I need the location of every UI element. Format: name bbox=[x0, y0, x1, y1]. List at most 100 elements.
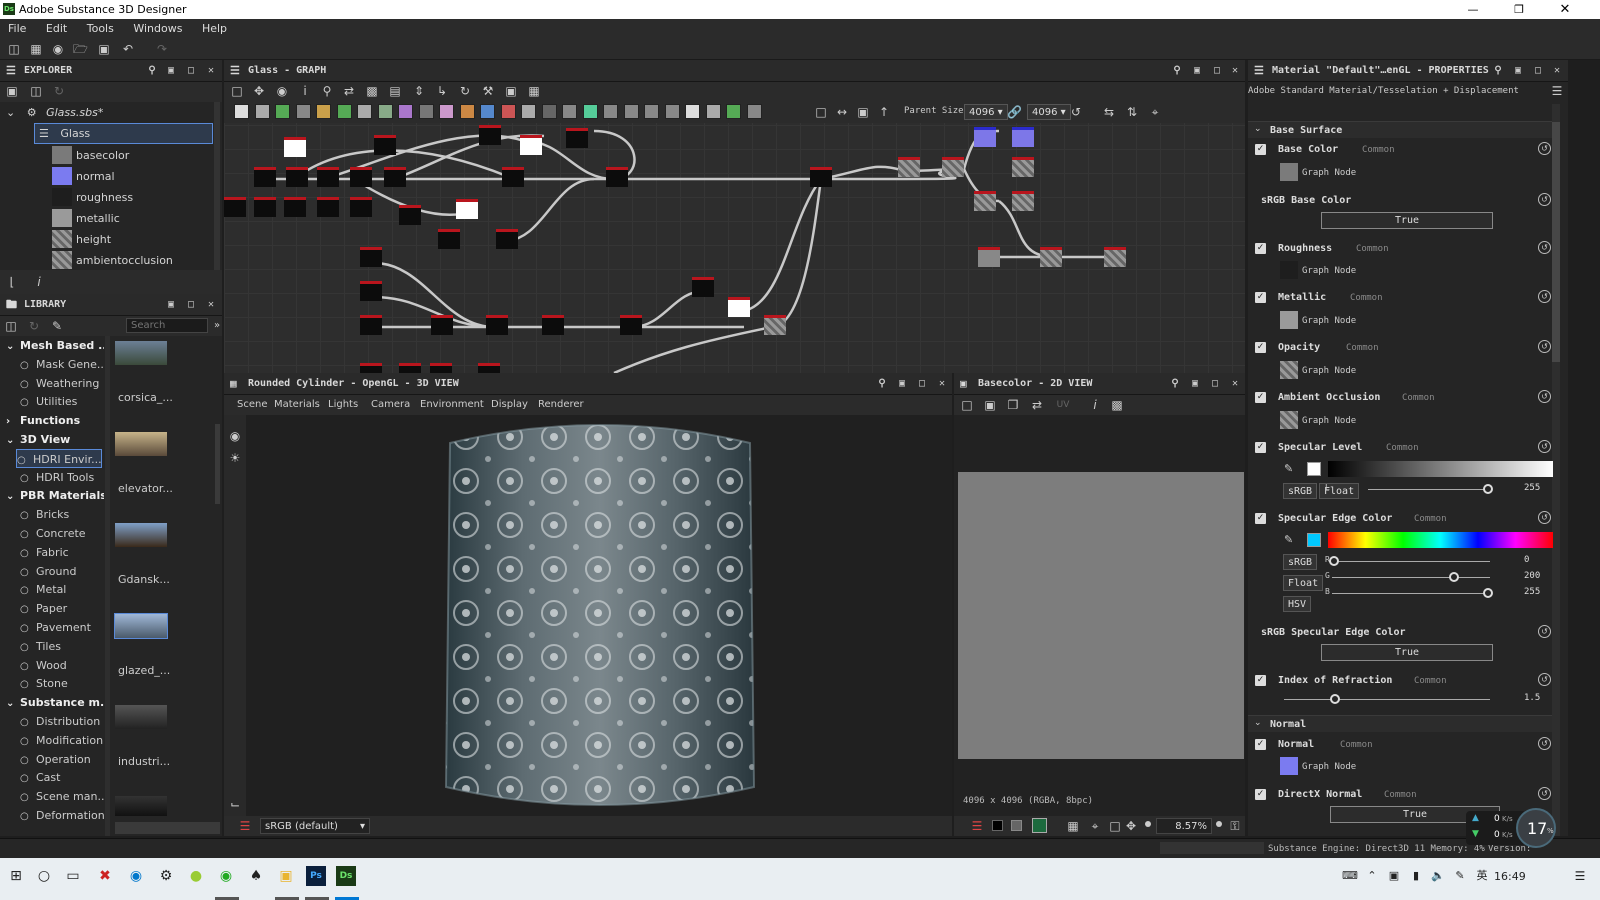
output-row[interactable]: normal bbox=[50, 166, 210, 187]
info-icon[interactable]: i bbox=[298, 84, 312, 98]
library-category[interactable]: ○ Tiles bbox=[20, 637, 104, 656]
menu-help[interactable]: Help bbox=[194, 19, 235, 35]
graph-node[interactable] bbox=[254, 167, 276, 187]
library-category[interactable]: ○ Utilities bbox=[20, 392, 104, 411]
refresh-icon[interactable]: ↻ bbox=[52, 84, 66, 98]
graph-node[interactable] bbox=[317, 197, 339, 217]
graph-node-swatch[interactable] bbox=[1280, 411, 1298, 429]
chevron-up-icon[interactable]: ⌃ bbox=[1362, 866, 1382, 886]
node-type-icon[interactable] bbox=[603, 104, 618, 119]
library-category[interactable]: ○ Weathering bbox=[20, 374, 104, 393]
reset-icon[interactable]: ↺ bbox=[1538, 673, 1551, 686]
comment-icon[interactable]: ▤ bbox=[388, 84, 402, 98]
node-type-icon[interactable] bbox=[521, 104, 536, 119]
qq-icon[interactable]: ♠ bbox=[246, 866, 266, 886]
comment-icon[interactable]: □ bbox=[814, 105, 828, 119]
navigation-icon[interactable]: ↑ bbox=[877, 105, 891, 119]
channels-icon[interactable]: ⇄ bbox=[1030, 398, 1044, 412]
pin-icon[interactable]: ⚲ bbox=[874, 373, 890, 395]
graph-node[interactable] bbox=[399, 363, 421, 373]
crop-icon[interactable]: ⌖ bbox=[1088, 819, 1102, 833]
node-type-icon[interactable] bbox=[623, 104, 639, 119]
graph-node[interactable] bbox=[502, 167, 524, 187]
library-category[interactable]: ○ Metal bbox=[20, 580, 104, 599]
tile-icon[interactable]: ▦ bbox=[1066, 819, 1080, 833]
srgb-toggle[interactable]: sRGB bbox=[1283, 483, 1318, 499]
hsv-toggle[interactable]: HSV bbox=[1283, 596, 1312, 612]
float-icon[interactable]: ▣ bbox=[163, 294, 179, 316]
menu-scene[interactable]: Scene bbox=[237, 399, 268, 410]
axis-icon[interactable]: ⌙ bbox=[228, 797, 242, 811]
sync-icon[interactable]: ↻ bbox=[458, 84, 472, 98]
folder-icon[interactable]: ▣ bbox=[276, 866, 296, 886]
pin-icon[interactable]: ⚲ bbox=[1167, 373, 1183, 395]
reset-icon[interactable]: ↺ bbox=[1538, 511, 1551, 524]
node-type-icon[interactable] bbox=[644, 104, 659, 119]
graph-node[interactable] bbox=[1012, 127, 1034, 147]
library-category[interactable]: ⌄ Mesh Based ... bbox=[6, 336, 104, 355]
maximize-button[interactable]: ❐ bbox=[1496, 0, 1542, 19]
menu-file[interactable]: File bbox=[0, 19, 34, 35]
save-icon[interactable]: ▣ bbox=[97, 42, 111, 56]
steam-icon[interactable]: ⚙ bbox=[156, 866, 176, 886]
snap-icon[interactable]: ⌖ bbox=[1148, 105, 1162, 119]
network-icon[interactable]: ▣ bbox=[1384, 866, 1404, 886]
node-type-icon[interactable] bbox=[582, 104, 598, 119]
library-category[interactable]: ⌄ 3D View bbox=[6, 430, 104, 449]
slider-handle[interactable] bbox=[1483, 588, 1493, 598]
graph-node[interactable] bbox=[431, 315, 453, 335]
graph-row[interactable]: ☰ Glass bbox=[34, 123, 213, 144]
reset-icon[interactable]: ↺ bbox=[1538, 390, 1551, 403]
maximize-panel-icon[interactable]: □ bbox=[183, 60, 199, 82]
menu-edit[interactable]: Edit bbox=[38, 19, 75, 35]
camera-icon[interactable]: ◉ bbox=[275, 84, 289, 98]
node-type-icon[interactable] bbox=[295, 104, 311, 119]
reset-icon[interactable]: ↺ bbox=[1538, 625, 1551, 638]
close-panel-icon[interactable]: ✕ bbox=[203, 294, 219, 316]
close-panel-icon[interactable]: ✕ bbox=[1549, 60, 1565, 82]
align-icon[interactable]: ⇆ bbox=[1102, 105, 1116, 119]
graph-node-swatch[interactable] bbox=[1280, 261, 1298, 279]
menu-environment[interactable]: Environment bbox=[420, 399, 484, 410]
graph-node[interactable] bbox=[566, 128, 588, 148]
undo-icon[interactable]: ↶ bbox=[121, 42, 135, 56]
pin-icon[interactable]: ⚲ bbox=[1169, 60, 1185, 82]
maximize-panel-icon[interactable]: □ bbox=[1530, 60, 1546, 82]
properties-scroll-thumb[interactable] bbox=[1552, 122, 1560, 362]
graph-node[interactable] bbox=[974, 191, 996, 211]
minimize-button[interactable]: — bbox=[1450, 0, 1496, 19]
close-panel-icon[interactable]: ✕ bbox=[934, 373, 950, 395]
graph-node[interactable] bbox=[1012, 191, 1034, 211]
edit-icon[interactable]: ✎ bbox=[50, 319, 64, 333]
package-row[interactable]: ⌄ ⚙ Glass.sbs* bbox=[6, 102, 103, 123]
app-icon[interactable]: ● bbox=[186, 866, 206, 886]
graph-node[interactable] bbox=[1012, 157, 1034, 177]
lock-icon[interactable]: ⚿ bbox=[1228, 819, 1242, 833]
enable-checkbox[interactable]: ✓ bbox=[1255, 292, 1266, 303]
graph-node[interactable] bbox=[496, 229, 518, 249]
frame-icon[interactable]: ↔ bbox=[835, 105, 849, 119]
enable-checkbox[interactable]: ✓ bbox=[1255, 675, 1266, 686]
reset-icon[interactable]: ↺ bbox=[1538, 787, 1551, 800]
volume-icon[interactable]: 🔈 bbox=[1428, 866, 1448, 886]
new-package-icon[interactable]: ▦ bbox=[29, 42, 43, 56]
library-category[interactable]: ○ Scene man... bbox=[20, 787, 104, 806]
section-normal[interactable]: ⌄ Normal bbox=[1248, 715, 1552, 732]
connect-icon[interactable]: ⇕ bbox=[412, 84, 426, 98]
graph-node[interactable] bbox=[728, 297, 750, 317]
reset-size-icon[interactable]: ↺ bbox=[1069, 105, 1083, 119]
graph-node[interactable] bbox=[284, 137, 306, 157]
enable-checkbox[interactable]: ✓ bbox=[1255, 789, 1266, 800]
photoshop-icon[interactable]: Ps bbox=[306, 866, 326, 886]
scrollbar[interactable] bbox=[214, 102, 220, 270]
designer-icon[interactable]: Ds bbox=[336, 866, 356, 886]
graph-node[interactable] bbox=[898, 157, 920, 177]
hdri-thumbnail[interactable] bbox=[115, 796, 167, 816]
view2d-viewport[interactable]: 4096 x 4096 (RGBA, 8bpc) bbox=[954, 415, 1245, 816]
info-icon[interactable]: i bbox=[32, 275, 46, 289]
bg-gray-swatch[interactable] bbox=[1011, 820, 1022, 831]
graph-node[interactable] bbox=[286, 167, 308, 187]
node-type-icon[interactable] bbox=[705, 104, 721, 119]
graph-node[interactable] bbox=[360, 315, 382, 335]
library-category[interactable]: ○ Distribution bbox=[20, 712, 104, 731]
